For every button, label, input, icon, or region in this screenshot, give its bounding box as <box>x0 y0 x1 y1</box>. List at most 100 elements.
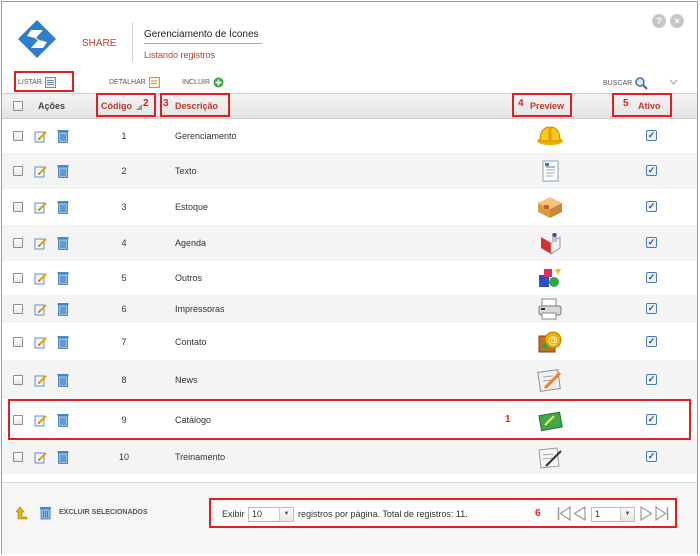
row-select-checkbox[interactable] <box>13 166 23 176</box>
chevron-down-icon[interactable] <box>669 79 678 86</box>
row-code: 1 <box>121 131 127 141</box>
row-select-checkbox[interactable] <box>13 273 23 283</box>
edit-icon[interactable] <box>34 271 48 285</box>
header: SHARE Gerenciamento de Ícones Listando r… <box>2 2 697 70</box>
row-description: Contato <box>175 336 207 347</box>
row-code: 5 <box>121 273 127 283</box>
active-checkbox[interactable]: ✓ <box>646 165 657 176</box>
title-underline <box>144 43 262 44</box>
table-row[interactable]: 10 Treinamento ✓ <box>2 440 697 474</box>
edit-icon[interactable] <box>34 335 48 349</box>
add-icon <box>213 77 224 88</box>
share-logo-icon <box>18 20 56 58</box>
table-row[interactable]: 2 Texto ✓ <box>2 153 697 189</box>
agenda-book-icon <box>541 233 561 255</box>
row-select-checkbox[interactable] <box>13 131 23 141</box>
table-row[interactable]: 5 Outros ✓ <box>2 261 697 295</box>
row-code: 4 <box>121 238 127 248</box>
trash-icon[interactable] <box>57 373 69 387</box>
row-description: News <box>175 374 198 385</box>
row-select-checkbox[interactable] <box>13 304 23 314</box>
edit-icon[interactable] <box>34 302 48 316</box>
close-button[interactable]: × <box>670 14 684 28</box>
trash-icon[interactable] <box>57 450 69 464</box>
up-arrow-icon[interactable] <box>15 506 29 520</box>
edit-icon[interactable] <box>34 450 48 464</box>
detalhar-button[interactable]: DETALHAR <box>109 77 160 88</box>
help-button[interactable]: ? <box>652 14 666 28</box>
trash-icon[interactable] <box>57 335 69 349</box>
row-description: Impressoras <box>175 304 225 314</box>
printer-icon <box>538 298 562 320</box>
text-document-icon <box>542 160 559 182</box>
trash-icon[interactable] <box>57 200 69 214</box>
trash-icon[interactable] <box>57 271 69 285</box>
trash-icon[interactable] <box>57 164 69 178</box>
row-code: 6 <box>121 304 127 314</box>
annotation-box-ativo <box>612 93 672 117</box>
trash-icon[interactable] <box>39 505 52 520</box>
row-select-checkbox[interactable] <box>13 452 23 462</box>
contact-at-icon: @ <box>538 331 562 352</box>
table-row[interactable]: 1 Gerenciamento ✓ <box>2 119 697 153</box>
trash-icon[interactable] <box>57 236 69 250</box>
row-code: 7 <box>121 336 127 347</box>
trash-icon[interactable] <box>57 302 69 316</box>
annotation-box-row-9 <box>8 399 691 440</box>
hard-hat-icon <box>537 126 563 145</box>
edit-icon[interactable] <box>34 129 48 143</box>
news-pen-icon <box>537 368 562 392</box>
table-row[interactable]: 3 Estoque ✓ <box>2 189 697 225</box>
annotation-box-descricao <box>160 93 230 117</box>
row-description: Estoque <box>175 202 209 212</box>
active-checkbox[interactable]: ✓ <box>646 201 657 212</box>
active-checkbox[interactable]: ✓ <box>646 303 657 314</box>
buscar-button[interactable]: BUSCAR <box>603 77 648 90</box>
active-checkbox[interactable]: ✓ <box>646 272 657 283</box>
table-row[interactable]: 4 Agenda ✓ <box>2 225 697 261</box>
table-row[interactable]: 7 Contato @ ✓ <box>2 323 697 360</box>
buscar-label: BUSCAR <box>603 80 633 87</box>
select-all-checkbox[interactable] <box>13 101 23 111</box>
edit-icon[interactable] <box>34 373 48 387</box>
annotation-number-3: 3 <box>163 98 169 109</box>
active-checkbox[interactable]: ✓ <box>646 130 657 141</box>
active-checkbox[interactable]: ✓ <box>646 451 657 462</box>
annotation-number-4: 4 <box>518 98 524 109</box>
row-code: 2 <box>121 166 127 176</box>
svg-text:@: @ <box>548 335 558 346</box>
annotation-number-6: 6 <box>535 508 541 519</box>
page-subtitle: Listando registros <box>144 50 216 60</box>
delete-selected-button[interactable]: EXCLUIR SELECIONADOS <box>59 509 148 516</box>
page-title: Gerenciamento de Ícones <box>144 29 259 40</box>
row-select-checkbox[interactable] <box>13 238 23 248</box>
incluir-button[interactable]: INCLUIR <box>182 77 224 88</box>
edit-icon[interactable] <box>34 200 48 214</box>
table-row[interactable]: 6 Impressoras ✓ <box>2 295 697 323</box>
toolbar: LISTAR DETALHAR INCLUIR BUSCAR <box>2 74 697 92</box>
row-description: Treinamento <box>175 452 226 462</box>
incluir-label: INCLUIR <box>182 79 211 86</box>
row-description: Texto <box>175 166 197 176</box>
app-name: SHARE <box>82 38 117 49</box>
row-code: 10 <box>118 452 129 462</box>
table-row[interactable]: 8 News ✓ <box>2 360 697 399</box>
edit-icon[interactable] <box>34 164 48 178</box>
row-select-checkbox[interactable] <box>13 202 23 212</box>
box-icon <box>538 197 562 218</box>
header-divider <box>132 22 133 62</box>
row-select-checkbox[interactable] <box>13 336 23 347</box>
active-checkbox[interactable]: ✓ <box>646 373 657 385</box>
shapes-icon <box>539 269 561 287</box>
annotation-number-1: 1 <box>505 414 511 425</box>
search-icon <box>635 77 648 90</box>
trash-icon[interactable] <box>57 129 69 143</box>
edit-icon[interactable] <box>34 236 48 250</box>
active-checkbox[interactable]: ✓ <box>646 237 657 248</box>
detalhar-label: DETALHAR <box>109 79 146 86</box>
annotation-number-2: 2 <box>143 98 149 109</box>
row-description: Agenda <box>175 238 207 248</box>
active-checkbox[interactable]: ✓ <box>646 335 657 347</box>
annotation-number-5: 5 <box>623 98 629 109</box>
row-select-checkbox[interactable] <box>13 374 23 385</box>
